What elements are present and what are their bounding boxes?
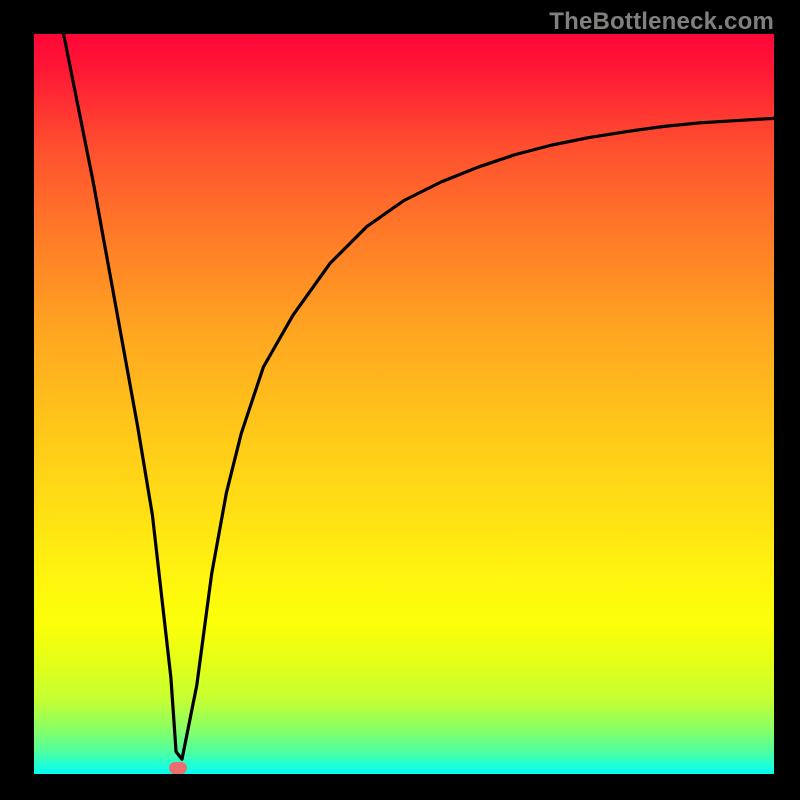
plot-area xyxy=(34,34,774,774)
optimum-marker xyxy=(169,762,187,774)
watermark-text: TheBottleneck.com xyxy=(549,8,774,36)
chart-frame: TheBottleneck.com xyxy=(0,0,800,800)
curve-path xyxy=(64,34,774,759)
bottleneck-curve xyxy=(34,34,774,774)
